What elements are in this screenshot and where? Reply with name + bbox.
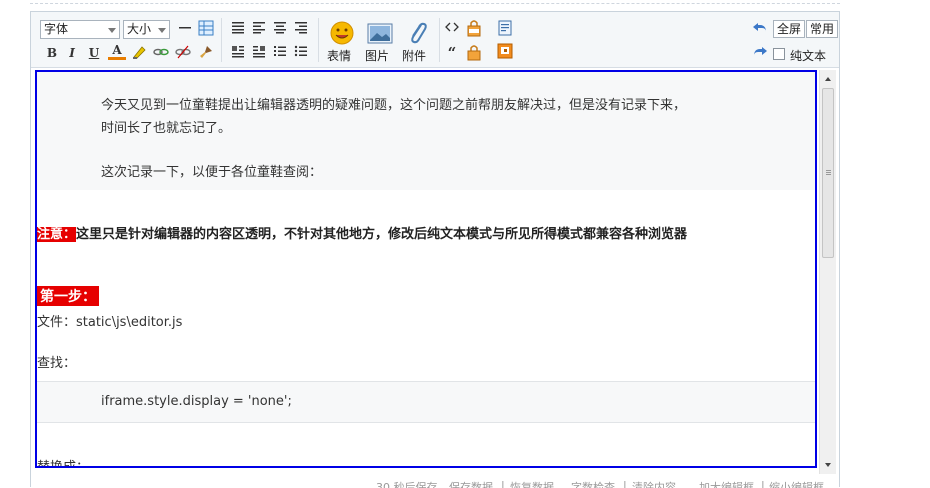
underline-button[interactable]: U bbox=[85, 44, 103, 62]
attachment-button[interactable]: 附件 bbox=[401, 18, 433, 64]
background-color-button[interactable] bbox=[130, 44, 148, 62]
clear-format-button[interactable] bbox=[197, 44, 215, 62]
scroll-up-arrow-icon bbox=[825, 77, 831, 81]
font-color-button[interactable]: A bbox=[108, 43, 126, 60]
align-justify-button[interactable] bbox=[229, 20, 247, 38]
align-justify-icon bbox=[232, 22, 244, 34]
unordered-list-button[interactable] bbox=[292, 44, 310, 62]
font-select[interactable]: 字体 bbox=[40, 20, 120, 39]
editor-status-bar: 30 秒后保存 保存数据 | 恢复数据 字数检查 | 清除内容 加大编辑框 | … bbox=[31, 476, 839, 488]
unordered-list-icon bbox=[294, 45, 307, 57]
intro-line-3: 这次记录一下，以便于各位童鞋查阅： bbox=[101, 165, 323, 180]
link-icon bbox=[153, 48, 169, 56]
intro-line-2: 时间长了也就忘记了。 bbox=[101, 121, 232, 136]
grip-line bbox=[826, 172, 831, 173]
ordered-list-icon bbox=[274, 46, 286, 56]
image-label: 图片 bbox=[365, 49, 390, 63]
page-break-button[interactable] bbox=[496, 20, 514, 38]
float-right-icon bbox=[253, 46, 265, 58]
redo-arrow-icon bbox=[754, 47, 767, 56]
scrollbar-thumb[interactable] bbox=[822, 88, 834, 258]
grip-line bbox=[826, 174, 831, 175]
note-label: 注意： bbox=[37, 227, 77, 242]
ordered-list-button[interactable] bbox=[271, 44, 289, 62]
note-text: 这里只是针对编辑器的内容区透明，不针对其他地方，修改后纯文本模式与所见所得模式都… bbox=[76, 227, 688, 242]
scroll-down-arrow-icon bbox=[825, 463, 831, 467]
code-icon bbox=[445, 22, 459, 32]
intro-line-1: 今天又见到一位童鞋提出让编辑器透明的疑难问题，这个问题之前帮朋友解决过，但是没有… bbox=[101, 98, 687, 113]
highlighter-icon bbox=[133, 46, 146, 59]
find-label: 查找： bbox=[37, 356, 77, 371]
emoticon-label: 表情 bbox=[327, 49, 352, 63]
editor-toolbar: 字体 大小 B I U A 表情 图片 附件 “ 全屏 常用 纯文本 bbox=[31, 12, 839, 68]
attachment-label: 附件 bbox=[402, 49, 427, 63]
size-select[interactable]: 大小 bbox=[123, 20, 170, 39]
code-button[interactable] bbox=[443, 20, 461, 38]
horizontal-rule-icon bbox=[179, 27, 191, 29]
brush-icon bbox=[200, 46, 212, 58]
code-line: iframe.style.display = 'none'; bbox=[101, 394, 292, 409]
top-dashed-divider bbox=[30, 0, 840, 4]
emoticon-button[interactable]: 表情 bbox=[327, 18, 359, 64]
italic-button[interactable]: I bbox=[63, 44, 81, 62]
note-paragraph: 注意：这里只是针对编辑器的内容区透明，不针对其他地方，修改后纯文本模式与所见所得… bbox=[37, 223, 687, 242]
media-icon bbox=[497, 43, 513, 59]
table-button[interactable] bbox=[197, 20, 215, 38]
chevron-down-icon bbox=[158, 28, 166, 33]
align-center-icon bbox=[274, 22, 286, 34]
chevron-down-icon bbox=[108, 28, 116, 33]
unlink-icon bbox=[175, 45, 191, 59]
plaintext-checkbox[interactable] bbox=[773, 48, 785, 60]
undo-button[interactable] bbox=[751, 21, 769, 39]
flash-button[interactable] bbox=[496, 43, 514, 61]
redo-button[interactable] bbox=[751, 45, 769, 63]
toolbar-separator bbox=[221, 18, 222, 62]
float-left-icon bbox=[232, 46, 244, 58]
replace-label: 替换成： bbox=[37, 460, 90, 468]
float-left-button[interactable] bbox=[229, 44, 247, 62]
horizontal-rule-button[interactable] bbox=[176, 20, 194, 38]
smiley-icon bbox=[330, 21, 354, 45]
plaintext-label: 纯文本 bbox=[790, 49, 827, 63]
toolbar-separator bbox=[318, 18, 319, 62]
fullscreen-button[interactable]: 全屏 bbox=[773, 20, 806, 38]
step-one-label: 第一步： bbox=[37, 286, 99, 306]
align-right-icon bbox=[295, 22, 307, 34]
vertical-scrollbar[interactable] bbox=[819, 70, 836, 474]
rich-text-editor: 字体 大小 B I U A 表情 图片 附件 “ 全屏 常用 纯文本 今天又见到… bbox=[30, 11, 840, 488]
size-select-value: 大小 bbox=[127, 22, 152, 36]
code-block: iframe.style.display = 'none'; bbox=[37, 381, 815, 423]
font-select-value: 字体 bbox=[44, 22, 69, 36]
link-button[interactable] bbox=[152, 44, 170, 62]
unlink-button[interactable] bbox=[174, 44, 192, 62]
table-icon bbox=[198, 20, 214, 36]
free-lock-icon bbox=[467, 20, 481, 37]
bold-button[interactable]: B bbox=[43, 44, 61, 62]
lock-icon bbox=[467, 45, 481, 61]
hide-content-button[interactable] bbox=[465, 43, 483, 61]
document-icon bbox=[498, 20, 512, 36]
editor-content-area[interactable]: 今天又见到一位童鞋提出让编辑器透明的疑难问题，这个问题之前帮朋友解决过，但是没有… bbox=[35, 70, 817, 468]
grip-line bbox=[826, 170, 831, 171]
align-left-icon bbox=[253, 22, 265, 34]
undo-arrow-icon bbox=[753, 23, 766, 32]
image-button[interactable]: 图片 bbox=[364, 18, 396, 64]
quote-button[interactable]: “ bbox=[443, 44, 461, 62]
common-mode-button[interactable]: 常用 bbox=[806, 20, 839, 38]
align-right-button[interactable] bbox=[292, 20, 310, 38]
float-right-button[interactable] bbox=[250, 44, 268, 62]
toolbar-separator bbox=[439, 18, 440, 62]
align-center-button[interactable] bbox=[271, 20, 289, 38]
image-icon bbox=[367, 23, 393, 44]
paperclip-icon bbox=[411, 22, 427, 44]
file-path-line: 文件：static\js\editor.js bbox=[37, 315, 183, 330]
align-left-button[interactable] bbox=[250, 20, 268, 38]
free-content-button[interactable] bbox=[465, 19, 483, 37]
